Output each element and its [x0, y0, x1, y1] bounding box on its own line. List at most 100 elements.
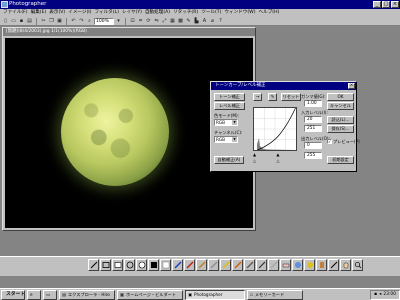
stamp-icon[interactable]: ▙	[193, 18, 200, 25]
print-icon[interactable]: ▤	[26, 18, 33, 25]
fill-white-icon[interactable]	[160, 259, 171, 271]
menu-view[interactable]: 表示(V)	[49, 9, 65, 17]
clock: 23:00	[383, 292, 396, 297]
gamma-input[interactable]: 1.00	[304, 100, 322, 107]
ok-button[interactable]: OK	[327, 93, 354, 101]
gradient-icon[interactable]	[304, 259, 315, 271]
menu-filter[interactable]: フィルタ(L)	[94, 9, 118, 17]
cancel-button[interactable]: キャンセル	[327, 102, 354, 110]
grid-icon[interactable]: ▩	[177, 18, 184, 25]
new-file-icon[interactable]: ▯	[2, 18, 9, 25]
brush-red-icon[interactable]	[184, 259, 195, 271]
flip-icon[interactable]: ⇋	[153, 18, 160, 25]
menu-tools[interactable]: ツール(T)	[201, 9, 221, 17]
blur-icon[interactable]	[256, 259, 267, 271]
color-mode-select[interactable]: RGB ▼	[214, 119, 238, 126]
help-icon[interactable]: ?	[217, 18, 224, 25]
save-icon[interactable]: ▪	[18, 18, 25, 25]
menu-image[interactable]: イメージ(I)	[68, 9, 91, 17]
cut-icon[interactable]: ✂	[40, 18, 47, 25]
dropper-icon[interactable]	[328, 259, 339, 271]
menu-window[interactable]: ウィンドウ(W)	[224, 9, 255, 17]
marker-icon[interactable]	[220, 259, 231, 271]
level-tab[interactable]: レベル補正	[214, 102, 245, 110]
preview-checkbox[interactable]: ✓ プレビュー(P)	[327, 139, 360, 144]
layer-icon[interactable]: ▦	[169, 18, 176, 25]
close-button[interactable]: ×	[391, 1, 399, 8]
brush-blue-icon[interactable]	[172, 259, 183, 271]
quicklaunch-desktop-icon[interactable]: ▭	[43, 289, 57, 300]
save-button[interactable]: 保存(S)...	[327, 125, 354, 133]
line-tool-icon[interactable]	[88, 259, 99, 271]
open-folder-icon[interactable]: ▭	[10, 18, 17, 25]
taskbar: スタート e ▭ ▤ エクスプローラ - Hiro ▦ ホームページ・ビルダート ▣…	[0, 288, 400, 300]
channel-select[interactable]: RGB ▼	[214, 136, 238, 143]
crop-icon[interactable]: ⌗	[137, 18, 144, 25]
airbrush-icon[interactable]	[208, 259, 219, 271]
fit-icon[interactable]: ⊡	[129, 18, 136, 25]
curve-arrow-button[interactable]: →	[253, 93, 262, 101]
color-picker-icon[interactable]	[292, 259, 303, 271]
task-homepage-builder[interactable]: ▦ ホームページ・ビルダート	[117, 289, 183, 300]
paste-icon[interactable]: ▣	[56, 18, 63, 25]
input-high-field[interactable]: 251	[304, 125, 322, 132]
zoom-select[interactable]: 100%	[94, 17, 114, 25]
menu-edit[interactable]: 編集(E)	[31, 9, 47, 17]
menu-auto[interactable]: 自動処理(A)	[145, 9, 170, 17]
curve-reset-button[interactable]: リセット	[281, 93, 301, 101]
maximize-button[interactable]: □	[382, 1, 390, 8]
load-button[interactable]: 読込(L)...	[327, 116, 354, 124]
task-memory-card[interactable]: ▫ メモリーカード	[247, 289, 303, 300]
image-window-title: [無題](8/4/2003).jpg 1/1(100%)(RGB)	[3, 28, 255, 36]
resize-icon[interactable]: ⤢	[161, 18, 168, 25]
tray-network-icon[interactable]: ▪	[374, 292, 377, 297]
tone-curve-tab[interactable]: トーン補正	[214, 93, 245, 101]
brush-icon[interactable]: ✎	[185, 18, 192, 25]
color-mode-label: 色モード(M):	[214, 113, 240, 118]
eyedrop-icon[interactable]: ⌀	[209, 18, 216, 25]
auto-correct-button[interactable]: 自動補正(A)	[214, 156, 244, 164]
rotate-icon[interactable]: ⟳	[145, 18, 152, 25]
zoom-dropdown-icon[interactable]: ▾	[115, 18, 122, 25]
output-high-field[interactable]: 255	[304, 152, 322, 159]
stamp-tool-icon[interactable]	[316, 259, 327, 271]
eraser-icon[interactable]	[280, 259, 291, 271]
rect-tool-icon[interactable]	[100, 259, 111, 271]
sharpen-icon[interactable]	[268, 259, 279, 271]
menu-retouch[interactable]: リタッチ(R)	[173, 9, 198, 17]
initial-settings-button[interactable]: 初期設定	[327, 156, 354, 164]
redo-icon[interactable]: ↷	[78, 18, 85, 25]
smudge-icon[interactable]	[244, 259, 255, 271]
chevron-down-icon: ▼	[232, 120, 237, 125]
dialog-close-icon[interactable]: ×	[348, 83, 355, 89]
pencil-icon[interactable]	[196, 259, 207, 271]
folder-icon: ▤	[62, 291, 66, 297]
ellipse-fill-tool-icon[interactable]	[136, 259, 147, 271]
quicklaunch-ie-icon[interactable]: e	[27, 289, 41, 300]
tray-volume-icon[interactable]: ◂	[379, 292, 381, 297]
input-slider-markers[interactable]: ▲ ▲	[253, 152, 280, 157]
text-icon[interactable]: A	[201, 18, 208, 25]
copy-icon[interactable]: ❐	[48, 18, 55, 25]
task-explorer[interactable]: ▤ エクスプローラ - Hiro	[59, 289, 115, 300]
task-photographer[interactable]: ▣ Photographer	[185, 289, 245, 300]
menu-file[interactable]: ファイル(F)	[3, 9, 28, 17]
crayon-icon[interactable]	[232, 259, 243, 271]
fill-black-icon[interactable]	[148, 259, 159, 271]
tone-curve-graph[interactable]	[253, 107, 297, 151]
input-low-field[interactable]: 20	[304, 116, 322, 123]
zoom-icon[interactable]: ⌕	[86, 18, 93, 25]
menu-help[interactable]: ヘルプ(H)	[259, 9, 280, 17]
task-homepage-builder-label: ホームページ・ビルダート	[125, 291, 177, 297]
rect-fill-tool-icon[interactable]	[112, 259, 123, 271]
menu-layer[interactable]: レイヤ(Y)	[122, 9, 142, 17]
curve-pencil-button[interactable]: ✎	[268, 93, 277, 101]
start-button[interactable]: スタート	[1, 289, 25, 300]
undo-icon[interactable]: ↶	[70, 18, 77, 25]
minimize-button[interactable]: _	[373, 1, 381, 8]
output-low-field[interactable]: 0	[304, 142, 322, 149]
ellipse-tool-icon[interactable]	[124, 259, 135, 271]
magnifier-icon[interactable]	[352, 259, 363, 271]
output-slider-markers[interactable]: △ △	[253, 158, 280, 163]
hand-icon[interactable]	[340, 259, 351, 271]
